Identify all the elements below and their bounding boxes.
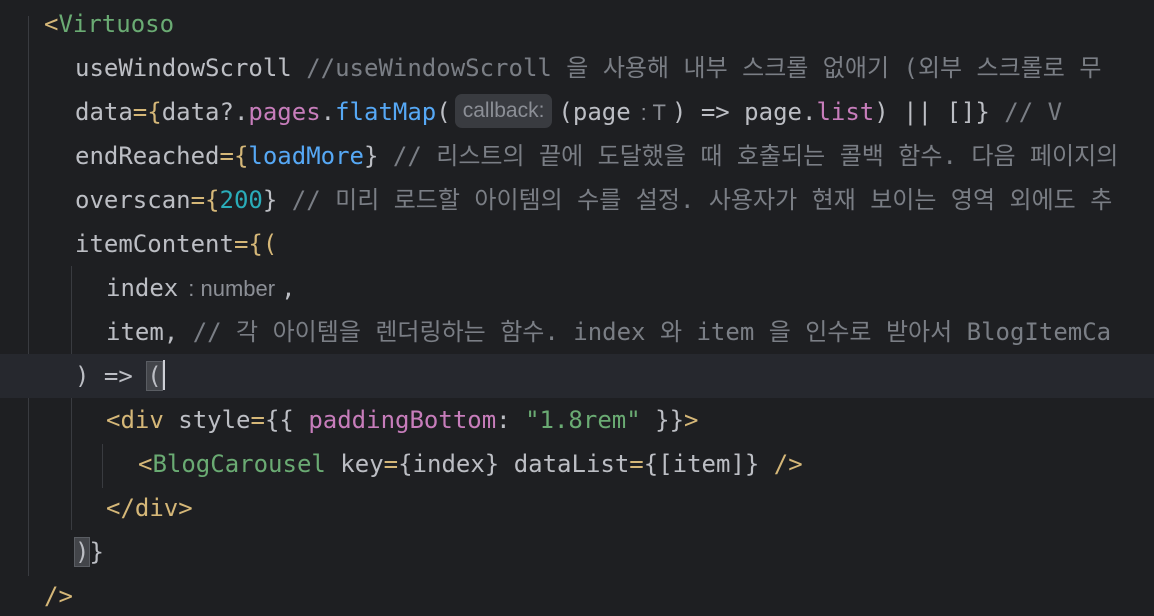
code-token: < xyxy=(44,10,59,38)
code-line[interactable]: data={data?.pages.flatMap(callback: (page… xyxy=(0,90,1154,134)
code-token: endReached xyxy=(75,142,220,170)
code-token: {{ xyxy=(264,406,309,434)
code-token: BlogCarousel xyxy=(152,450,326,478)
code-token: } xyxy=(89,538,104,566)
type-hint: : number xyxy=(188,276,276,301)
code-token: data?. xyxy=(161,98,249,126)
code-token: < xyxy=(106,406,121,434)
code-line[interactable]: /> xyxy=(0,574,1154,616)
parameter-name-hint: callback: xyxy=(454,94,553,128)
code-token: ={ xyxy=(219,142,249,170)
code-token: useWindowScroll xyxy=(75,54,292,82)
code-token: , xyxy=(163,318,179,346)
matched-bracket: ) xyxy=(73,537,91,567)
code-token: = xyxy=(250,406,265,434)
code-token: ) || []} xyxy=(874,98,990,126)
code-line[interactable]: ) => ( xyxy=(0,354,1154,398)
code-token: dataList xyxy=(499,450,630,478)
code-token: : xyxy=(496,406,526,434)
code-line[interactable]: </div> xyxy=(0,486,1154,530)
code-line[interactable]: <BlogCarousel key={index} dataList={[ite… xyxy=(0,442,1154,486)
code-token: paddingBottom xyxy=(308,406,497,434)
code-token: . xyxy=(320,98,336,126)
matched-bracket: ( xyxy=(146,361,163,391)
code-token: {index} xyxy=(398,450,500,478)
code-token: div xyxy=(120,406,164,434)
code-line[interactable]: index : number, xyxy=(0,266,1154,310)
code-line[interactable]: overscan={200} // 미리 로드할 아이템의 수를 설정. 사용자… xyxy=(0,178,1154,222)
code-token: index xyxy=(106,274,179,302)
code-line[interactable]: item, // 각 아이템을 렌더링하는 함수. index 와 item 을… xyxy=(0,310,1154,354)
code-token: itemContent xyxy=(75,230,234,258)
code-token: list xyxy=(816,98,875,126)
code-token: ={( xyxy=(233,230,278,258)
code-token: Virtuoso xyxy=(58,10,175,38)
code-token: (page xyxy=(558,98,631,126)
code-line[interactable]: useWindowScroll //useWindowScroll 을 사용해 … xyxy=(0,46,1154,90)
code-token: // 각 아이템을 렌더링하는 함수. index 와 item 을 인수로 받… xyxy=(178,318,1112,346)
code-token: ) => xyxy=(75,362,148,390)
code-token: ) => page. xyxy=(671,98,817,126)
code-line[interactable]: itemContent={( xyxy=(0,222,1154,266)
code-line[interactable]: <Virtuoso xyxy=(0,2,1154,46)
type-hint: : T xyxy=(640,100,666,125)
code-token: overscan xyxy=(75,186,191,214)
code-token: pages xyxy=(248,98,321,126)
code-token: = xyxy=(383,450,399,478)
code-line[interactable]: endReached={loadMore} // 리스트의 끝에 도달했을 때 … xyxy=(0,134,1154,178)
code-token: item xyxy=(106,318,164,346)
code-line[interactable]: )} xyxy=(0,530,1154,574)
text-caret xyxy=(162,360,165,390)
code-token: // V xyxy=(989,98,1063,126)
code-token: "1.8rem" xyxy=(525,406,641,434)
code-token: div xyxy=(134,494,179,522)
code-token: 200 xyxy=(219,186,263,214)
code-token: //useWindowScroll 을 사용해 내부 스크롤 없애기 (외부 스… xyxy=(291,54,1102,82)
code-token: , xyxy=(281,274,296,302)
code-token: data xyxy=(75,98,133,126)
code-token: style xyxy=(163,406,251,434)
code-token: ( xyxy=(436,98,451,126)
code-token: key xyxy=(325,450,384,478)
code-token: > xyxy=(684,406,699,434)
code-token: } xyxy=(262,186,278,214)
code-token: /> xyxy=(44,582,73,610)
code-token: = xyxy=(629,450,644,478)
code-token: }} xyxy=(640,406,685,434)
code-line[interactable]: <div style={{ paddingBottom: "1.8rem" }}… xyxy=(0,398,1154,442)
code-token: } xyxy=(364,142,379,170)
code-token: < xyxy=(138,450,153,478)
code-token: ={ xyxy=(132,98,162,126)
code-token: </ xyxy=(106,494,135,522)
code-token: // 미리 로드할 아이템의 수를 설정. 사용자가 현재 보이는 영역 외에도… xyxy=(277,186,1113,214)
code-token: /> xyxy=(759,450,803,478)
code-token: flatMap xyxy=(335,98,437,126)
code-editor[interactable]: <Virtuoso useWindowScroll //useWindowScro… xyxy=(0,0,1154,616)
code-token: > xyxy=(178,494,193,522)
code-token: ={ xyxy=(190,186,220,214)
code-token: loadMore xyxy=(248,142,364,170)
code-token: {[item]} xyxy=(643,450,760,478)
code-token: // 리스트의 끝에 도달했을 때 호출되는 콜백 함수. 다음 페이지의 xyxy=(378,142,1119,170)
